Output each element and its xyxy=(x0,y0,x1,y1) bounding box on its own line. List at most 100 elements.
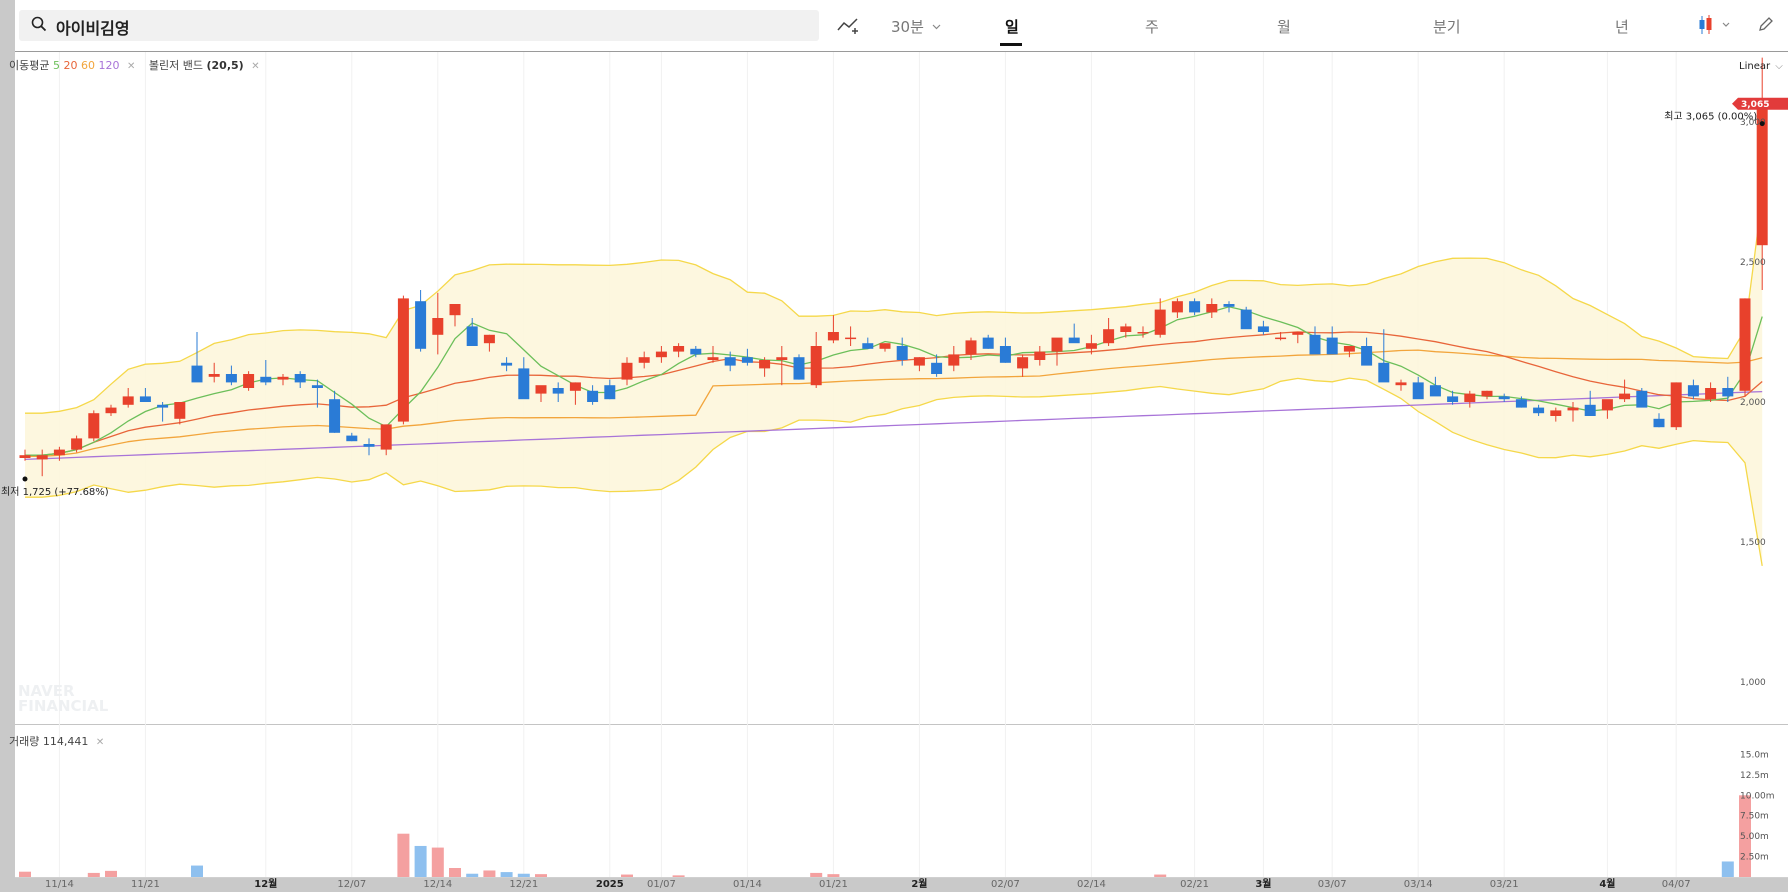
candle-body xyxy=(1515,399,1527,408)
ma-legend-60: 60 xyxy=(80,59,95,72)
candle-body xyxy=(776,357,788,360)
candle xyxy=(1240,306,1252,330)
ma-legend-5: 5 xyxy=(52,59,60,72)
candle xyxy=(1636,388,1648,408)
bollinger-legend-params: (20,5) xyxy=(206,59,244,72)
candle-body xyxy=(105,407,117,414)
volume-bar xyxy=(672,875,685,877)
candle-body xyxy=(346,435,358,442)
candle-body xyxy=(845,337,857,340)
price-tick-label: 2,000 xyxy=(1740,398,1766,408)
candle-body xyxy=(1636,390,1648,408)
candle-body xyxy=(53,449,65,456)
close-icon[interactable]: ✕ xyxy=(96,737,104,748)
candle-body xyxy=(1619,393,1631,400)
candle-body xyxy=(1533,407,1545,414)
volume-legend-value: 114,441 xyxy=(42,735,89,748)
tab-week[interactable]: 주 xyxy=(1145,16,1159,37)
x-tick-label: 03/07 xyxy=(1318,879,1347,890)
candle xyxy=(397,295,409,425)
volume-bar xyxy=(517,873,530,877)
volume-bar xyxy=(105,870,117,877)
ma-legend[interactable]: 이동평균 5 20 60 120 ✕ 볼린저 밴드 (20,5) ✕ xyxy=(9,57,260,73)
candle-body xyxy=(260,376,272,383)
low-marker-dot xyxy=(22,476,28,482)
candle-body xyxy=(311,385,323,388)
x-tick-label: 02/07 xyxy=(991,879,1020,890)
candle-body xyxy=(1343,346,1355,352)
candle-body xyxy=(1103,329,1115,344)
candle-type-icon[interactable] xyxy=(1697,14,1733,36)
candle-body xyxy=(483,334,495,344)
candle xyxy=(1670,382,1682,430)
volume-bar xyxy=(500,872,513,877)
candle-body xyxy=(535,385,547,394)
candle-body xyxy=(1275,337,1287,340)
volume-bar xyxy=(466,873,479,877)
candle-body xyxy=(896,346,908,360)
candle-body xyxy=(1429,385,1441,397)
search-box[interactable]: 아이비김영 xyxy=(19,10,819,41)
candle-body xyxy=(982,337,994,349)
search-value[interactable]: 아이비김영 xyxy=(56,15,130,39)
price-tick-label: 1,000 xyxy=(1740,678,1766,688)
candle-body xyxy=(1395,382,1407,386)
candle xyxy=(88,410,100,442)
chevron-down-icon[interactable] xyxy=(932,24,941,30)
tab-quarter[interactable]: 분기 xyxy=(1433,16,1461,37)
candle-body xyxy=(862,343,874,349)
volume-bar xyxy=(621,874,633,877)
ma-legend-20: 20 xyxy=(63,59,78,72)
candle-body xyxy=(1361,346,1373,366)
candle-body xyxy=(1498,396,1510,400)
indicator-add-icon[interactable] xyxy=(836,15,862,35)
search-icon[interactable] xyxy=(31,16,47,32)
volume-legend[interactable]: 거래량 114,441 ✕ xyxy=(9,733,104,749)
candle-body xyxy=(466,326,478,346)
candle-body xyxy=(432,318,444,335)
candle-body xyxy=(1085,343,1097,349)
candle-body xyxy=(19,455,31,458)
close-icon[interactable]: ✕ xyxy=(127,61,135,72)
candle xyxy=(243,371,255,391)
candle-body xyxy=(1326,337,1338,355)
candle-body xyxy=(1051,337,1063,352)
candle-body xyxy=(655,351,667,358)
close-icon[interactable]: ✕ xyxy=(251,61,259,72)
candle-body xyxy=(707,357,719,360)
x-tick-label: 02/14 xyxy=(1077,879,1106,890)
candle-body xyxy=(673,346,685,352)
candle-body xyxy=(1240,309,1252,330)
candle-body xyxy=(1068,337,1080,344)
x-tick-label: 11/14 xyxy=(45,879,74,890)
candle-body xyxy=(36,455,48,460)
x-tick-label: 2월 xyxy=(911,878,927,890)
x-tick-label: 01/07 xyxy=(647,879,676,890)
candle-body xyxy=(1670,382,1682,428)
volume-tick-label: 5.00m xyxy=(1740,832,1769,842)
candle-body xyxy=(71,438,83,450)
volume-bar xyxy=(1154,874,1167,877)
candle-body xyxy=(913,357,925,366)
stock-chart[interactable]: 1,0001,5002,0002,5003,0002.50m5.00m7.50m… xyxy=(0,0,1788,892)
interval-dropdown[interactable]: 30분 xyxy=(891,16,924,37)
scale-dropdown[interactable]: Linear ⌵ xyxy=(1739,61,1783,72)
last-price-label: 3,065 xyxy=(1741,100,1769,110)
candle-body xyxy=(1601,399,1613,411)
tab-day[interactable]: 일 xyxy=(1005,16,1019,37)
x-tick-label: 12/14 xyxy=(423,879,452,890)
tab-year[interactable]: 년 xyxy=(1615,16,1629,37)
candle-body xyxy=(1722,388,1734,397)
x-tick-label: 02/21 xyxy=(1180,879,1209,890)
candle-body xyxy=(1447,396,1459,402)
candle-body xyxy=(294,374,306,383)
tab-month[interactable]: 월 xyxy=(1277,16,1291,37)
candle-body xyxy=(1309,334,1321,355)
scale-label: Linear xyxy=(1739,61,1771,72)
volume-tick-label: 2.50m xyxy=(1740,853,1769,863)
low-marker-label: 최저 1,725 (+77.68%) xyxy=(1,486,109,498)
pencil-icon[interactable] xyxy=(1757,15,1775,33)
candle-body xyxy=(397,298,409,422)
candle-body xyxy=(1739,298,1751,391)
volume-tick-label: 15.0m xyxy=(1740,750,1769,760)
